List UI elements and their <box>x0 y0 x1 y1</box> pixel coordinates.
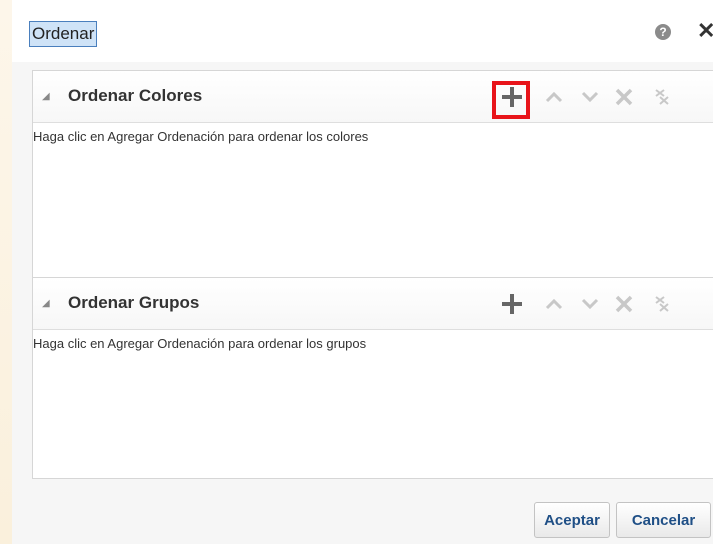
sort-groups-header: ◢ Ordenar Grupos <box>33 278 713 330</box>
delete-all-icon <box>655 89 669 105</box>
move-up-button[interactable] <box>538 81 570 113</box>
move-up-button[interactable] <box>538 288 570 320</box>
move-up-icon <box>545 91 563 103</box>
sort-colors-panel: ◢ Ordenar Colores Haga clic en Agregar O… <box>32 70 713 278</box>
move-down-button[interactable] <box>574 288 606 320</box>
move-down-button[interactable] <box>574 81 606 113</box>
cancel-button[interactable]: Cancelar <box>616 502 711 538</box>
collapse-triangle-icon[interactable]: ◢ <box>42 91 50 102</box>
move-down-icon <box>581 298 599 310</box>
delete-icon <box>615 88 633 106</box>
sort-colors-header: ◢ Ordenar Colores <box>33 71 713 123</box>
add-sort-button[interactable] <box>496 81 528 113</box>
delete-sort-button[interactable] <box>608 81 640 113</box>
dialog-title: Ordenar <box>29 21 98 47</box>
add-icon <box>502 87 522 107</box>
dialog-titlebar: Ordenar ? ✕ <box>12 0 713 62</box>
sort-groups-title: Ordenar Grupos <box>68 293 200 312</box>
move-up-icon <box>545 298 563 310</box>
sort-groups-hint: Haga clic en Agregar Ordenación para ord… <box>33 336 367 351</box>
help-icon[interactable]: ? <box>655 24 671 40</box>
sort-groups-panel: ◢ Ordenar Grupos Haga clic en Agregar Or… <box>32 277 713 479</box>
delete-sort-button[interactable] <box>608 288 640 320</box>
close-icon[interactable]: ✕ <box>697 19 713 43</box>
collapse-triangle-icon[interactable]: ◢ <box>42 298 50 309</box>
add-icon <box>502 294 522 314</box>
sort-colors-title: Ordenar Colores <box>68 86 203 105</box>
delete-all-button[interactable] <box>646 81 678 113</box>
delete-all-button[interactable] <box>646 288 678 320</box>
delete-icon <box>615 295 633 313</box>
move-down-icon <box>581 91 599 103</box>
sort-dialog: Ordenar ? ✕ ◢ Ordenar Colores Haga clic … <box>12 0 713 544</box>
sort-colors-hint: Haga clic en Agregar Ordenación para ord… <box>33 129 369 144</box>
accept-button[interactable]: Aceptar <box>534 502 610 538</box>
delete-all-icon <box>655 296 669 312</box>
add-sort-button[interactable] <box>496 288 528 320</box>
